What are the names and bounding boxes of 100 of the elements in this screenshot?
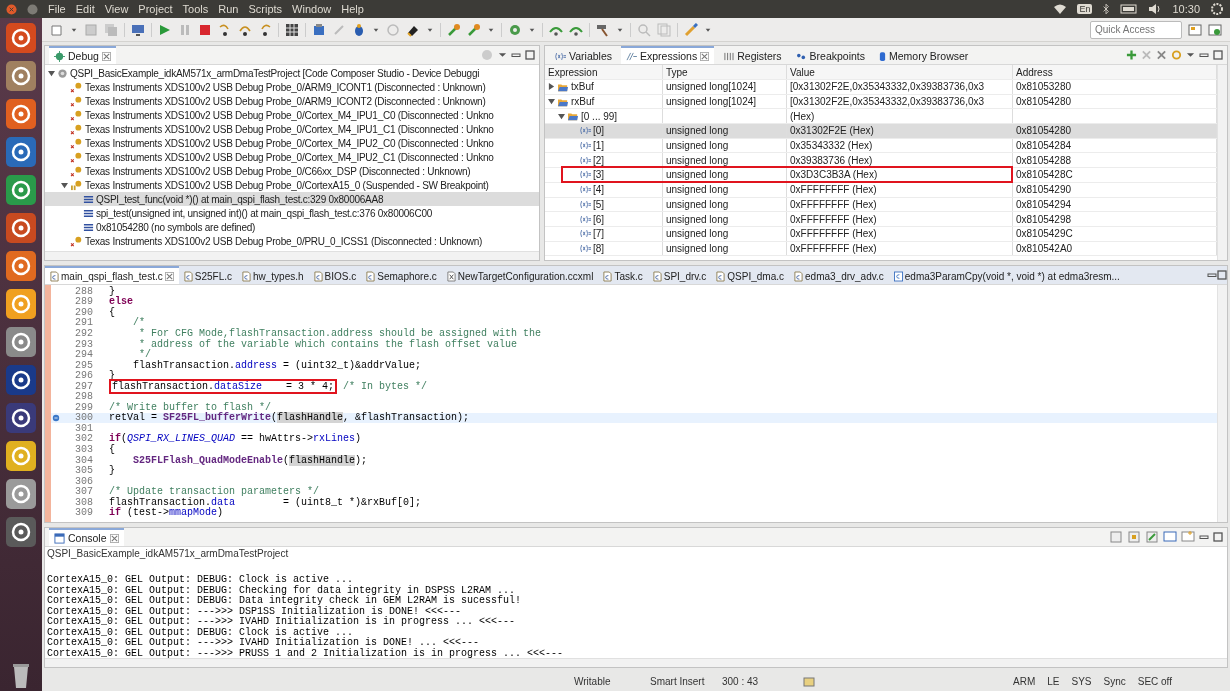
battery-icon[interactable]	[1120, 2, 1139, 16]
debug-perspective-icon[interactable]	[1208, 22, 1222, 37]
expanded-arrow-icon[interactable]	[61, 181, 68, 189]
tree-item[interactable]: Texas Instruments XDS100v2 USB Debug Probe_0/Cortex_M4_IPU1_C0 (Disconnected : Unkno	[45, 108, 539, 122]
table-row[interactable]: [6] unsigned long 0xFFFFFFFF (Hex) 0x81054298	[545, 212, 1217, 227]
status-indicator[interactable]: Sync	[1097, 676, 1132, 687]
view-tab[interactable]: Expressions	[621, 46, 715, 64]
status-indicator[interactable]: ARM	[1007, 676, 1042, 687]
editor-tab[interactable]: S25FL.c	[178, 266, 237, 284]
editor-tab[interactable]: hw_types.h	[237, 266, 309, 284]
view-tab[interactable]: Memory Browser	[874, 46, 974, 64]
table-row[interactable]: [0] unsigned long 0x31302F2E (Hex) 0x81054280	[545, 124, 1217, 139]
grid-icon[interactable]	[285, 22, 299, 37]
tab-label[interactable]: hw_types.h	[253, 270, 304, 282]
tree-item[interactable]: Texas Instruments XDS100v2 USB Debug Probe_0/Cortex_M4_IPU2_C1 (Disconnected : Unkno	[45, 150, 539, 164]
close-icon[interactable]	[109, 533, 119, 543]
pin-console-icon[interactable]	[1145, 530, 1159, 544]
maximize-icon[interactable]	[1213, 50, 1223, 60]
tab-label[interactable]: Breakpoints	[809, 50, 865, 62]
menu-item[interactable]: Help	[341, 3, 364, 15]
menu-item[interactable]: Scripts	[248, 3, 283, 15]
menu-item[interactable]: File	[48, 3, 66, 15]
remove-all-icon[interactable]	[1156, 48, 1167, 62]
tab-label[interactable]: SPI_drv.c	[663, 270, 707, 282]
expanded-arrow-icon[interactable]	[558, 112, 565, 120]
wrench-icon[interactable]	[467, 22, 481, 37]
expanded-arrow-icon[interactable]	[48, 69, 55, 77]
close-icon[interactable]	[6, 3, 17, 15]
keyboard-layout-indicator[interactable]: En	[1077, 4, 1093, 14]
column-header[interactable]: Expression	[545, 65, 663, 79]
menu-item[interactable]: Tools	[182, 3, 209, 15]
quick-access-field[interactable]: Quick Access	[1090, 20, 1182, 39]
terminate-icon[interactable]	[198, 22, 212, 37]
tab-label[interactable]: edma3ParamCpy(void *, void *) at edma3resm...	[904, 270, 1120, 282]
maximize-icon[interactable]	[1217, 270, 1227, 280]
minimize-icon[interactable]	[27, 3, 38, 15]
menu-item[interactable]: Window	[292, 3, 332, 15]
table-row[interactable]: [2] unsigned long 0x39383736 (Hex) 0x81054288	[545, 153, 1217, 169]
tab-label[interactable]: Task.c	[614, 270, 643, 282]
table-row[interactable]: txBuf unsigned long[1024] [0x31302F2E,0x35343332,0x39383736,0x3 0x81053280	[545, 80, 1217, 95]
tree-item[interactable]: QSPI_BasicExample_idkAM571x_armDmaTestProject [Code Composer Studio - Device Debuggi	[45, 66, 539, 80]
wifi-icon[interactable]	[1053, 2, 1068, 16]
editor-tab[interactable]: Task.c	[598, 266, 648, 284]
menu-item[interactable]: Project	[138, 3, 173, 15]
menu-item[interactable]: Run	[218, 3, 239, 15]
tab-label[interactable]: NewTargetConfiguration.ccxml	[457, 270, 594, 282]
column-header[interactable]: Type	[663, 65, 787, 79]
view-tab[interactable]: Registers	[718, 46, 787, 64]
maximize-icon[interactable]	[525, 50, 535, 60]
expanded-arrow-icon[interactable]	[548, 98, 555, 106]
table-row[interactable]: [0 ... 99] (Hex)	[545, 109, 1217, 125]
view-tab[interactable]: Variables	[549, 46, 617, 64]
status-indicator[interactable]: SEC off	[1131, 676, 1178, 687]
tree-item[interactable]: 0x81054280 (no symbols are defined)	[45, 220, 539, 234]
editor-tab[interactable]: BIOS.c	[308, 266, 362, 284]
bluetooth-icon[interactable]	[1102, 2, 1111, 16]
tree-item[interactable]: Texas Instruments XDS100v2 USB Debug Probe_0/ARM9_ICONT1 (Disconnected : Unknown)	[45, 80, 539, 94]
status-indicator[interactable]: LE	[1041, 676, 1066, 687]
status-indicator[interactable]: SYS	[1065, 676, 1098, 687]
menu-item[interactable]: Edit	[75, 3, 95, 15]
wrench-icon[interactable]	[447, 22, 461, 37]
column-header[interactable]: Value	[787, 65, 1013, 79]
minimize-icon[interactable]	[1199, 50, 1209, 60]
tab-label[interactable]: Memory Browser	[889, 50, 969, 62]
view-tab[interactable]: Breakpoints	[790, 46, 870, 64]
tab-label[interactable]: Registers	[737, 50, 782, 62]
tab-label[interactable]: Expressions	[640, 50, 698, 62]
tree-item[interactable]: Texas Instruments XDS100v2 USB Debug Probe_0/Cortex_M4_IPU1_C1 (Disconnected : Unkno	[45, 122, 539, 136]
maximize-icon[interactable]	[1213, 532, 1223, 542]
tab-label[interactable]: BIOS.c	[324, 270, 357, 282]
editor-tab[interactable]: Semaphore.c	[361, 266, 442, 284]
tree-item[interactable]: QSPI_test_func(void *)() at main_qspi_flash_test.c:329 0x80006AA8	[45, 192, 539, 206]
close-icon[interactable]	[164, 271, 174, 281]
tree-item[interactable]: Texas Instruments XDS100v2 USB Debug Probe_0/CortexA15_0 (Suspended - SW Breakpoint)	[45, 178, 539, 192]
power-gear-icon[interactable]	[1210, 2, 1224, 16]
tab-label[interactable]: Variables	[569, 50, 612, 62]
editor-tab[interactable]: main_qspi_flash_test.c	[45, 266, 179, 284]
tab-label[interactable]: S25FL.c	[194, 270, 232, 282]
editor-tab[interactable]: edma3_drv_adv.c	[789, 266, 889, 284]
volume-icon[interactable]	[1148, 2, 1163, 16]
tree-item[interactable]: Texas Instruments XDS100v2 USB Debug Probe_0/ARM9_ICONT2 (Disconnected : Unknown)	[45, 94, 539, 108]
editor-tab[interactable]: SPI_drv.c	[647, 266, 712, 284]
gear-icon[interactable]	[508, 22, 522, 37]
tree-item[interactable]: Texas Instruments XDS100v2 USB Debug Probe_0/PRU_0_ICSS1 (Disconnected : Unknown)	[45, 234, 539, 248]
minimize-icon[interactable]	[1199, 532, 1209, 542]
minimize-icon[interactable]	[511, 50, 521, 60]
hammer-icon[interactable]	[596, 22, 610, 37]
step-into-icon[interactable]	[218, 22, 232, 37]
tab-label[interactable]: Semaphore.c	[377, 270, 437, 282]
editor-tab[interactable]: edma3ParamCpy(void *, void *) at edma3resm...	[888, 266, 1125, 284]
minimize-icon[interactable]	[1207, 270, 1217, 280]
step-return-icon[interactable]	[258, 22, 272, 37]
tree-item[interactable]: Texas Instruments XDS100v2 USB Debug Probe_0/Cortex_M4_IPU2_C0 (Disconnected : Unkno	[45, 136, 539, 150]
resume-icon[interactable]	[158, 22, 172, 37]
table-row[interactable]: [3] unsigned long 0x3D3C3B3A (Hex) 0x8105428C	[545, 168, 1217, 183]
menu-item[interactable]: View	[104, 3, 129, 15]
close-icon[interactable]	[101, 51, 111, 61]
tab-label[interactable]: edma3_drv_adv.c	[805, 270, 884, 282]
tree-item[interactable]: spi_test(unsigned int, unsigned int)() at main_qspi_flash_test.c:376 0x80006C00	[45, 206, 539, 220]
close-icon[interactable]	[700, 51, 710, 61]
